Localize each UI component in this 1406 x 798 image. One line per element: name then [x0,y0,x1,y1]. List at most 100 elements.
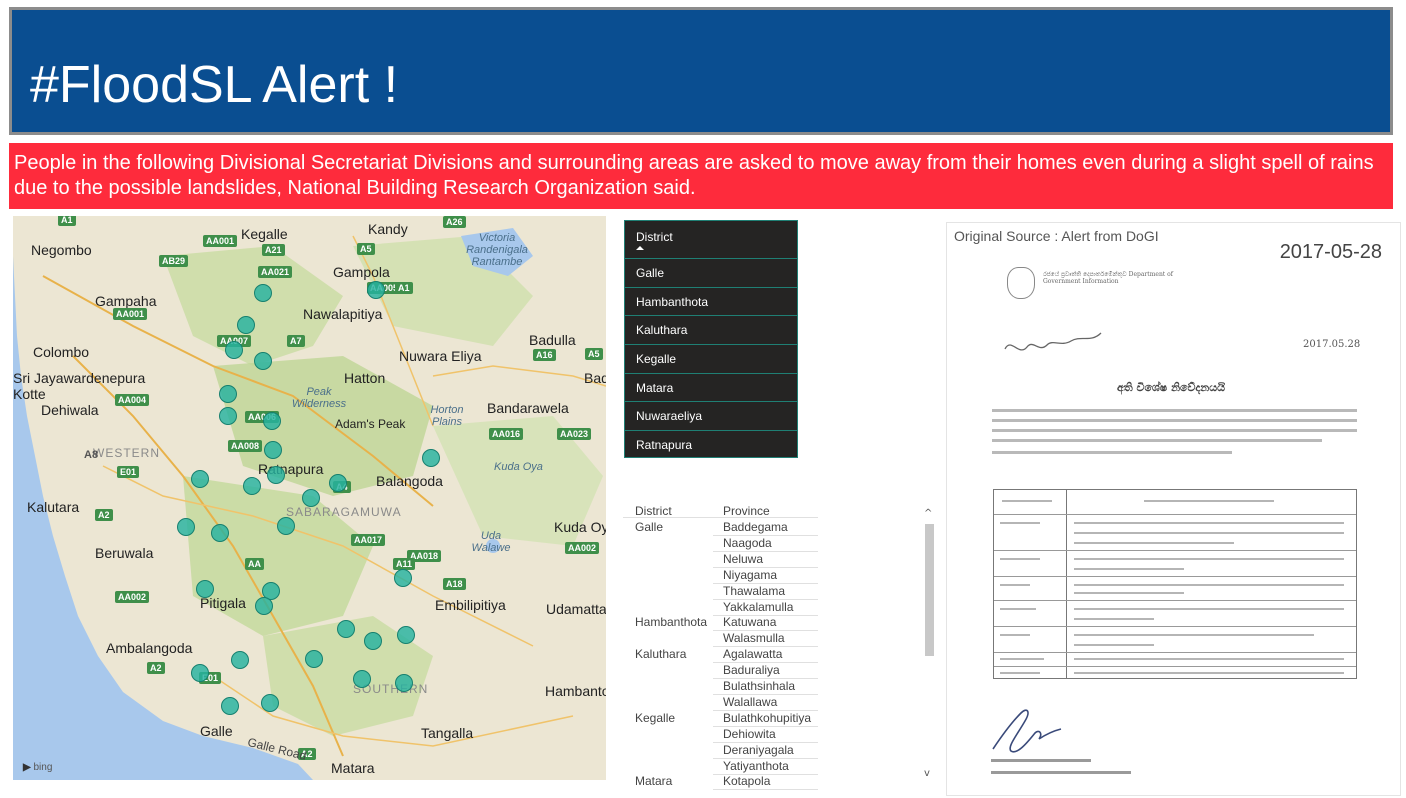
division-marker[interactable] [237,316,255,334]
division-marker[interactable] [219,407,237,425]
division-marker[interactable] [177,518,195,536]
division-table[interactable]: District Province Galle Baddegama Naagoda N… [623,502,923,790]
slicer-header[interactable]: District [625,221,797,259]
place-label: Kalutara [27,499,80,515]
division-cell: Neluwa [723,551,764,566]
division-marker[interactable] [263,412,281,430]
table-row[interactable]: Bulathsinhala [623,679,923,695]
division-marker[interactable] [422,449,440,467]
road-shield: AA001 [203,235,238,247]
scrollbar-thumb[interactable] [925,524,934,656]
table-row[interactable]: Kaluthara Agalawatta [623,647,923,663]
division-marker[interactable] [364,632,382,650]
division-marker[interactable] [191,664,209,682]
division-marker[interactable] [231,651,249,669]
table-row[interactable]: Niyagama [623,568,923,584]
division-cell: Agalawatta [723,647,783,662]
scroll-down-icon[interactable]: v [924,768,930,779]
division-marker[interactable] [305,650,323,668]
division-marker[interactable] [261,694,279,712]
division-cell: Kotapola [723,774,771,789]
division-marker[interactable] [264,441,282,459]
column-header-province[interactable]: Province [723,504,770,518]
table-row[interactable]: Walasmulla [623,631,923,647]
place-label: Gampaha [95,293,157,309]
table-row[interactable]: Deraniyagala [623,743,923,759]
table-row[interactable]: Yatiyanthota [623,759,923,775]
division-marker[interactable] [329,474,347,492]
table-row[interactable]: Thawalama [623,584,923,600]
division-marker[interactable] [254,284,272,302]
slicer-item-hambanthota[interactable]: Hambanthota [625,288,797,317]
letter-text-line [992,439,1322,442]
table-row[interactable]: Walallawa [623,695,923,711]
division-marker[interactable] [397,626,415,644]
place-label: Nuwara Eliya [399,348,482,364]
column-header-district[interactable]: District [635,504,672,518]
division-marker[interactable] [221,697,239,715]
division-marker[interactable] [211,524,229,542]
road-shield: A2 [95,509,113,521]
slicer-item-matara[interactable]: Matara [625,374,797,403]
letter-heading: අති විශේෂ නිවේදනයයි [1117,381,1226,394]
division-cell: Yatiyanthota [723,758,789,773]
scroll-up-icon[interactable]: ^ [924,508,932,519]
division-cell: Dehiowita [723,726,776,741]
slicer-title: District [636,230,673,244]
slicer-item-kegalle[interactable]: Kegalle [625,345,797,374]
signatory-name-line [991,759,1091,762]
division-marker[interactable] [219,385,237,403]
table-scrollbar[interactable]: ^ v [922,502,936,788]
division-marker[interactable] [254,352,272,370]
division-marker[interactable] [302,489,320,507]
table-row[interactable]: Kegalle Bulathkohupitiya [623,711,923,727]
division-marker[interactable] [225,341,243,359]
table-row[interactable]: Baduraliya [623,663,923,679]
road-shield: AA016 [489,428,524,440]
division-marker[interactable] [337,620,355,638]
table-row[interactable]: Yakkalamulla [623,600,923,616]
table-row[interactable]: Hambanthota Katuwana [623,615,923,631]
division-marker[interactable] [267,466,285,484]
road-shield: A5 [357,243,375,255]
division-marker[interactable] [196,580,214,598]
division-marker[interactable] [277,517,295,535]
division-cell: Walasmulla [723,631,785,646]
division-marker[interactable] [255,597,273,615]
table-row[interactable]: Matara Kotapola [623,774,923,790]
government-seal-icon [1007,267,1035,299]
table-row[interactable]: Dehiowita [623,727,923,743]
document-title: Original Source : Alert from DoGI [954,228,1159,244]
slicer-item-nuwaraeliya[interactable]: Nuwaraeliya [625,402,797,432]
table-row[interactable]: Naagoda [623,536,923,552]
slicer-item-kaluthara[interactable]: Kaluthara [625,316,797,346]
park-label: Uda Walawe [471,530,511,554]
table-row[interactable]: Neluwa [623,552,923,568]
district-slicer[interactable]: District Galle Hambanthota Kaluthara Keg… [624,220,798,458]
slicer-item-galle[interactable]: Galle [625,259,797,288]
place-label: Gampola [333,264,390,280]
place-label: Adam's Peak [335,417,406,431]
division-marker[interactable] [191,470,209,488]
table-row[interactable]: Galle Baddegama [623,520,923,536]
division-marker[interactable] [395,674,413,692]
division-marker[interactable] [394,569,412,587]
road-shield: A7 [287,335,305,347]
slicer-item-ratnapura[interactable]: Ratnapura [625,431,797,460]
landslide-map[interactable]: Negombo Kegalle Kandy Gampaha Gampola Na… [13,216,606,780]
road-shield: A16 [533,349,556,361]
bing-icon: ▶ [23,762,34,773]
place-label: Bad [584,370,606,386]
division-cell: Deraniyagala [723,742,794,757]
signature-image [992,709,1062,753]
sort-caret-icon[interactable] [636,246,644,250]
region-label: WESTERN [93,446,160,460]
place-label: Hambantota [545,683,606,699]
row-divider [713,789,818,790]
division-marker[interactable] [243,477,261,495]
division-cell: Niyagama [723,567,778,582]
letter-table [993,489,1357,679]
road-shield: AA023 [557,428,592,440]
division-marker[interactable] [367,281,385,299]
division-marker[interactable] [353,670,371,688]
